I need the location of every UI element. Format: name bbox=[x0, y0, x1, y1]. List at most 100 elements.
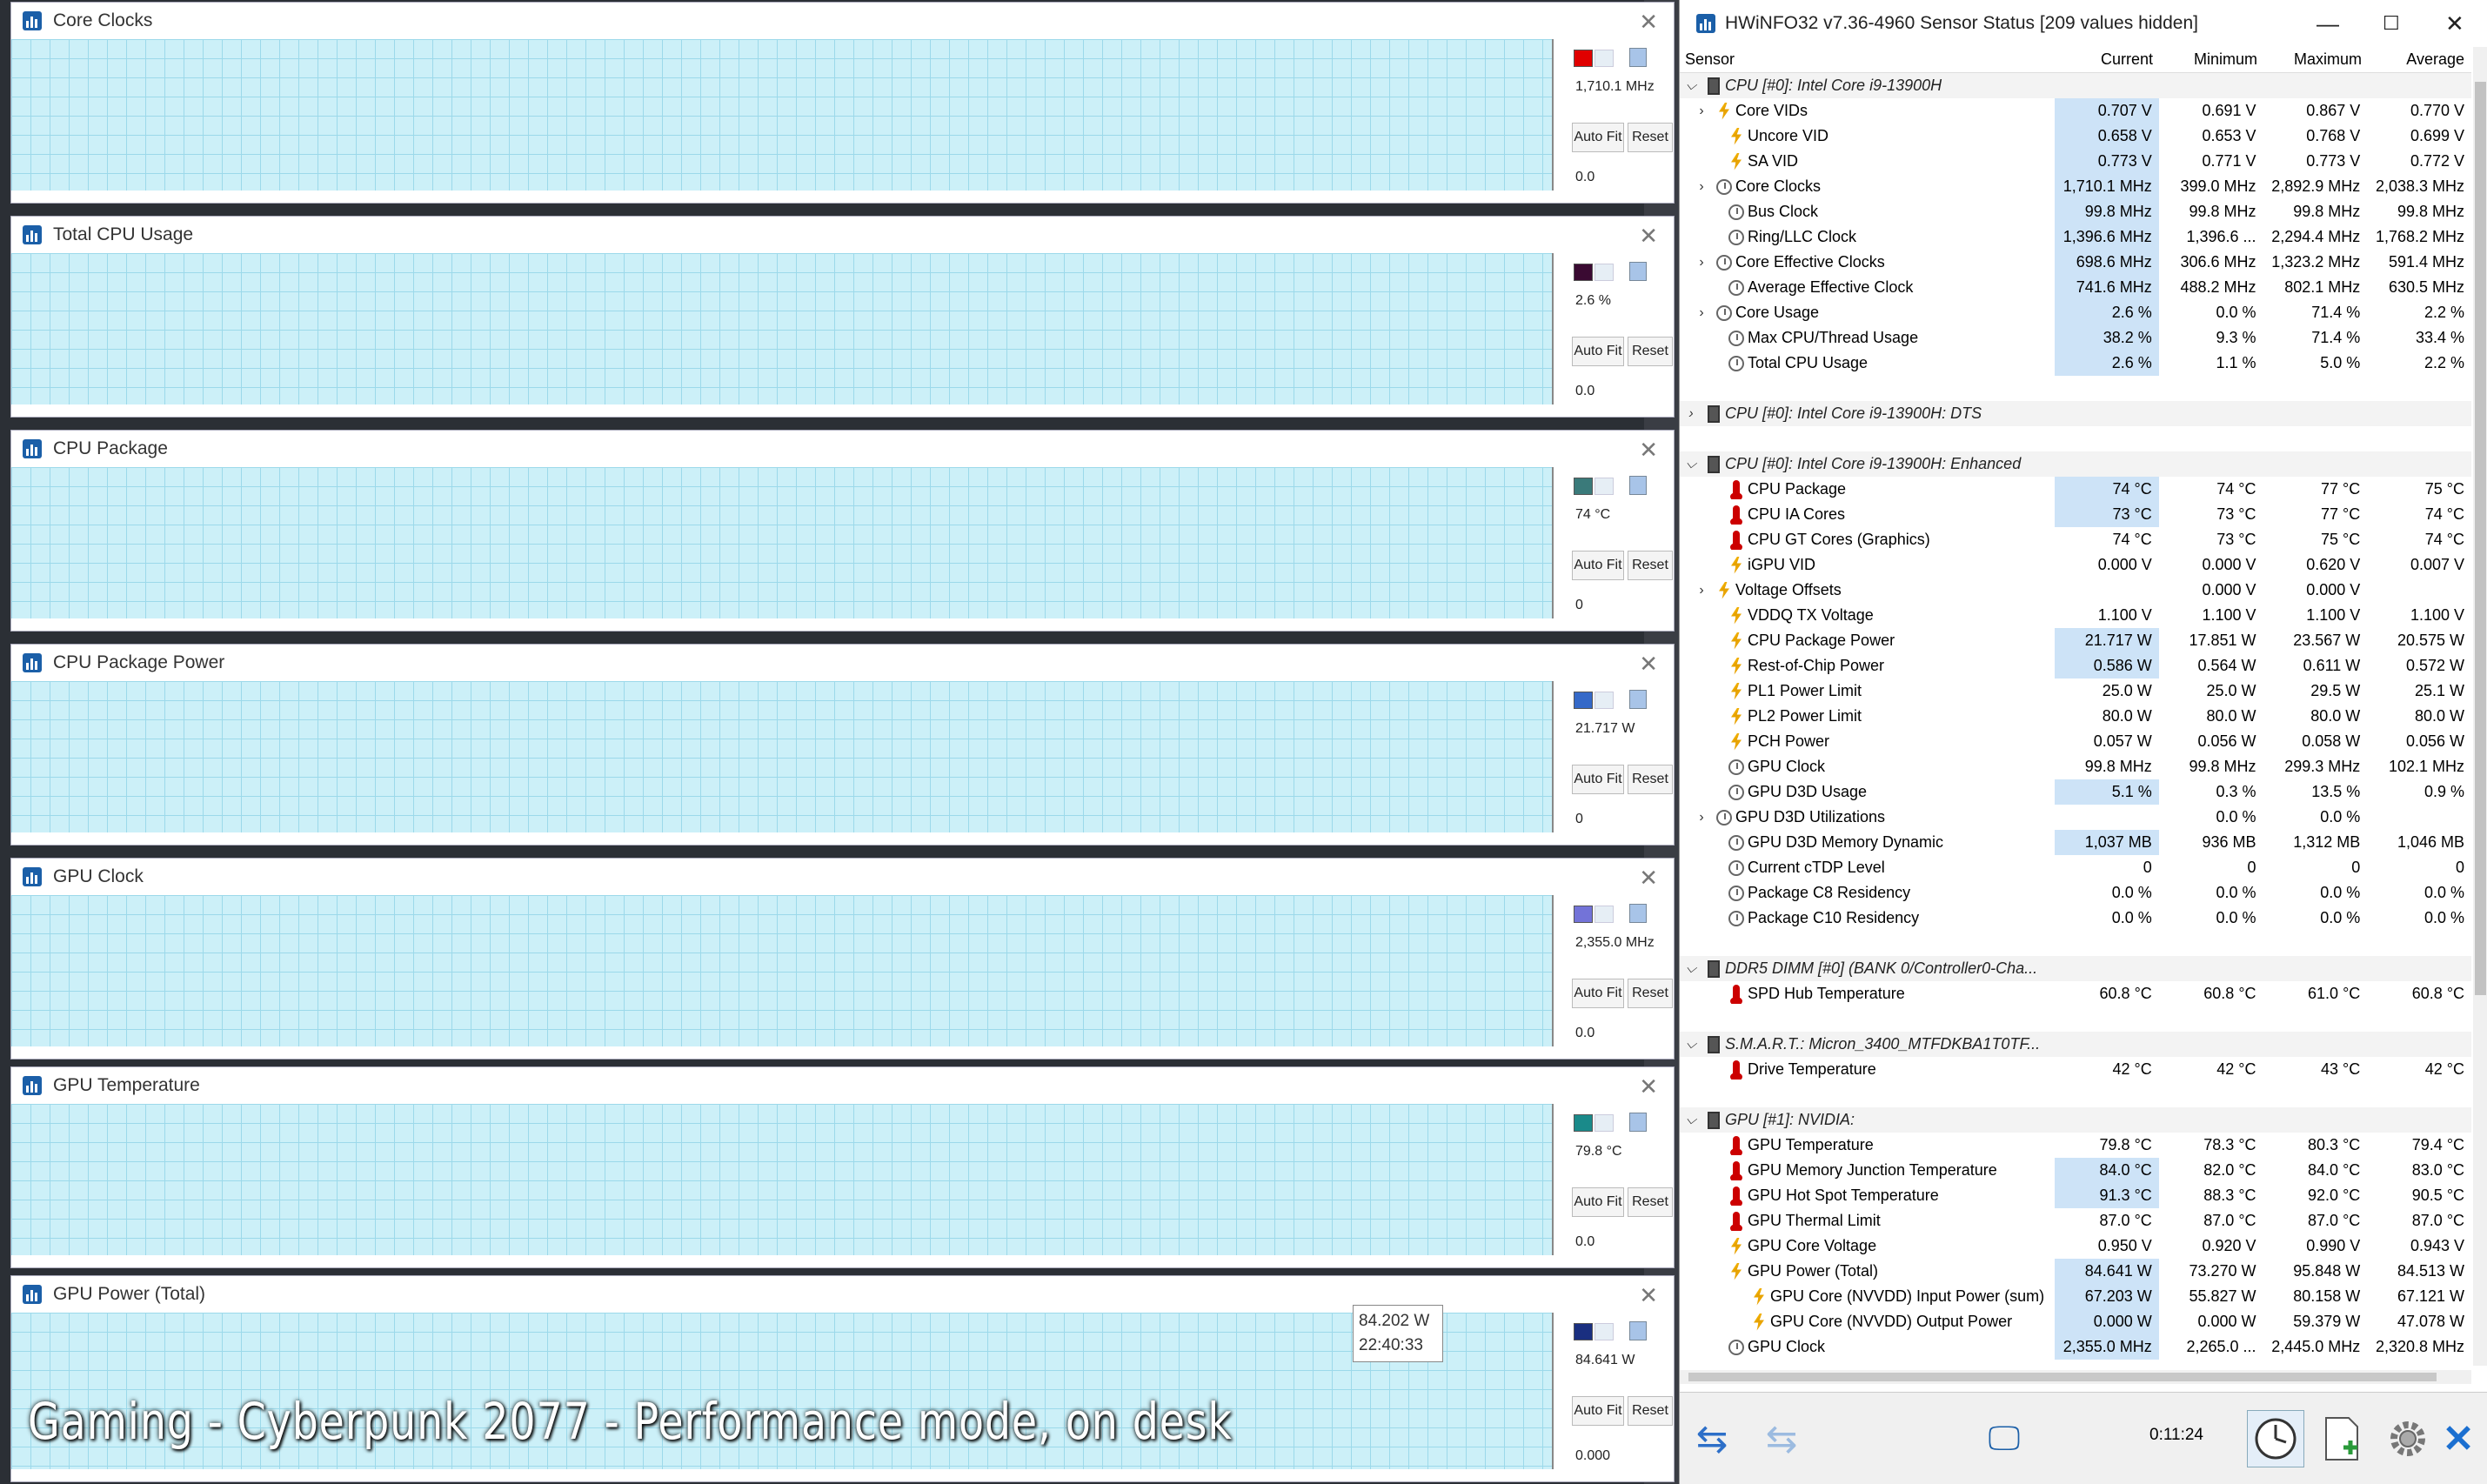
close-icon[interactable]: ✕ bbox=[1639, 865, 1658, 892]
sensor-group-row[interactable]: ⌵ CPU [#0]: Intel Core i9-13900H bbox=[1680, 73, 2471, 98]
sensor-row[interactable]: PL2 Power Limit 80.0 W 80.0 W 80.0 W 80.0 W bbox=[1680, 704, 2471, 729]
sensor-row[interactable]: GPU D3D Usage 5.1 % 0.3 % 13.5 % 0.9 % bbox=[1680, 779, 2471, 805]
sensor-row[interactable]: › Core VIDs 0.707 V 0.691 V 0.867 V 0.770 V bbox=[1680, 98, 2471, 124]
minimize-icon[interactable]: — bbox=[2317, 10, 2339, 37]
sensor-row[interactable]: Total CPU Usage 2.6 % 1.1 % 5.0 % 2.2 % bbox=[1680, 351, 2471, 376]
monitor-icon[interactable]: 🖵 bbox=[1976, 1410, 2033, 1467]
expand-icon[interactable]: › bbox=[1690, 104, 1713, 119]
close-icon[interactable]: ✕ bbox=[1639, 437, 1658, 464]
close-icon[interactable]: ✕ bbox=[1639, 1073, 1658, 1100]
clock-reset-icon[interactable] bbox=[2247, 1410, 2304, 1467]
swatch-slot[interactable] bbox=[1594, 50, 1614, 67]
collapse-icon[interactable]: ⌵ bbox=[1680, 457, 1702, 472]
sensor-group-row[interactable]: ⌵ DDR5 DIMM [#0] (BANK 0/Controller0-Cha.… bbox=[1680, 956, 2471, 981]
sensor-group-row[interactable]: ⌵ S.M.A.R.T.: Micron_3400_MTFDKBA1T0TF... bbox=[1680, 1032, 2471, 1057]
close-icon[interactable]: ✕ bbox=[2445, 10, 2464, 37]
nav-right-arrows-icon[interactable]: ⇆ bbox=[1753, 1410, 1810, 1467]
graph-window[interactable]: Total CPU Usage ✕ 2.6 % Auto Fit Reset 0… bbox=[10, 216, 1675, 418]
sensor-row[interactable]: GPU D3D Memory Dynamic 1,037 MB 936 MB 1,31… bbox=[1680, 830, 2471, 855]
sensor-row[interactable]: GPU Power (Total) 84.641 W 73.270 W 95.848 … bbox=[1680, 1259, 2471, 1284]
graph-plot[interactable] bbox=[11, 895, 1554, 1046]
swatch-slot[interactable] bbox=[1594, 692, 1614, 709]
sensor-row[interactable]: GPU Temperature 79.8 °C 78.3 °C 80.3 °C 79.4… bbox=[1680, 1133, 2471, 1158]
graph-plot[interactable] bbox=[11, 39, 1554, 191]
expand-icon[interactable]: › bbox=[1690, 583, 1713, 598]
sensor-group-row[interactable]: ⌵ GPU [#1]: NVIDIA: bbox=[1680, 1107, 2471, 1133]
sensor-row[interactable]: Average Effective Clock 741.6 MHz 488.2 MH… bbox=[1680, 275, 2471, 300]
auto-fit-button[interactable]: Auto Fit bbox=[1572, 551, 1624, 580]
hscroll-thumb[interactable] bbox=[1688, 1373, 2437, 1381]
graph-window[interactable]: CPU Package ✕ 74 °C Auto Fit Reset 0 bbox=[10, 430, 1675, 632]
graph-titlebar[interactable]: Total CPU Usage bbox=[11, 217, 1674, 253]
scale-swatch[interactable] bbox=[1629, 904, 1647, 923]
sensor-row[interactable]: VDDQ TX Voltage 1.100 V 1.100 V 1.100 V 1.10… bbox=[1680, 603, 2471, 628]
reset-button[interactable]: Reset bbox=[1628, 337, 1673, 366]
auto-fit-button[interactable]: Auto Fit bbox=[1572, 337, 1624, 366]
sensor-row[interactable]: › Core Usage 2.6 % 0.0 % 71.4 % 2.2 % bbox=[1680, 300, 2471, 325]
sensor-row[interactable]: PCH Power 0.057 W 0.056 W 0.058 W 0.056 W bbox=[1680, 729, 2471, 754]
sensor-row[interactable]: GPU Core (NVVDD) Input Power (sum) 67.203… bbox=[1680, 1284, 2471, 1309]
sensor-row[interactable]: Current cTDP Level 0 0 0 0 bbox=[1680, 855, 2471, 880]
sensor-row[interactable]: Drive Temperature 42 °C 42 °C 43 °C 42 °C bbox=[1680, 1057, 2471, 1082]
graph-titlebar[interactable]: GPU Clock bbox=[11, 859, 1674, 895]
swatch-slot[interactable] bbox=[1594, 478, 1614, 495]
sensor-row[interactable]: SA VID 0.773 V 0.771 V 0.773 V 0.772 V bbox=[1680, 149, 2471, 174]
sensor-row[interactable]: GPU Clock 99.8 MHz 99.8 MHz 299.3 MHz 102.1 … bbox=[1680, 754, 2471, 779]
reset-button[interactable]: Reset bbox=[1628, 551, 1673, 580]
horizontal-scrollbar[interactable] bbox=[1680, 1370, 2471, 1384]
nav-left-arrows-icon[interactable]: ⇆ bbox=[1683, 1410, 1741, 1467]
color-swatch[interactable] bbox=[1574, 692, 1593, 709]
scale-swatch[interactable] bbox=[1629, 262, 1647, 281]
collapse-icon[interactable]: ⌵ bbox=[1680, 1037, 1702, 1053]
graph-window[interactable]: GPU Temperature ✕ 79.8 °C Auto Fit Reset… bbox=[10, 1066, 1675, 1268]
graph-window[interactable]: GPU Clock ✕ 2,355.0 MHz Auto Fit Reset 0… bbox=[10, 858, 1675, 1060]
color-swatch[interactable] bbox=[1574, 264, 1593, 281]
graph-titlebar[interactable]: GPU Temperature bbox=[11, 1067, 1674, 1104]
auto-fit-button[interactable]: Auto Fit bbox=[1572, 979, 1624, 1008]
sensor-row[interactable]: › Voltage Offsets 0.000 V 0.000 V bbox=[1680, 578, 2471, 603]
settings-gear-icon[interactable] bbox=[2379, 1410, 2437, 1467]
expand-icon[interactable]: › bbox=[1690, 255, 1713, 271]
sensor-row[interactable]: CPU Package Power 21.717 W 17.851 W 23.567 … bbox=[1680, 628, 2471, 653]
sensor-row[interactable]: Uncore VID 0.658 V 0.653 V 0.768 V 0.699 V bbox=[1680, 124, 2471, 149]
expand-icon[interactable]: › bbox=[1690, 305, 1713, 321]
sensor-row[interactable]: Bus Clock 99.8 MHz 99.8 MHz 99.8 MHz 99.8 MH… bbox=[1680, 199, 2471, 224]
expand-icon[interactable]: › bbox=[1690, 179, 1713, 195]
hwinfo-titlebar[interactable]: HWiNFO32 v7.36-4960 Sensor Status [209 v… bbox=[1680, 0, 2487, 47]
sensor-list[interactable]: ⌵ CPU [#0]: Intel Core i9-13900H › Core VID… bbox=[1680, 73, 2471, 1366]
sensor-row[interactable]: GPU Memory Junction Temperature 84.0 °C 82… bbox=[1680, 1158, 2471, 1183]
scale-swatch[interactable] bbox=[1629, 48, 1647, 67]
sensor-row[interactable]: GPU Clock 2,355.0 MHz 2,265.0 ... 2,445.0 M… bbox=[1680, 1334, 2471, 1360]
sensor-row[interactable]: iGPU VID 0.000 V 0.000 V 0.620 V 0.007 V bbox=[1680, 552, 2471, 578]
sensor-row[interactable]: GPU Hot Spot Temperature 91.3 °C 88.3 °C 92… bbox=[1680, 1183, 2471, 1208]
sensor-row[interactable]: › Core Clocks 1,710.1 MHz 399.0 MHz 2,892.9 … bbox=[1680, 174, 2471, 199]
sensor-group-row[interactable]: ⌵ CPU [#0]: Intel Core i9-13900H: Enhance… bbox=[1680, 451, 2471, 477]
col-sensor[interactable]: Sensor bbox=[1680, 47, 2056, 72]
collapse-icon[interactable]: ⌵ bbox=[1680, 78, 1702, 94]
collapse-icon[interactable]: ⌵ bbox=[1680, 961, 1702, 977]
reset-button[interactable]: Reset bbox=[1628, 1187, 1673, 1217]
reset-button[interactable]: Reset bbox=[1628, 979, 1673, 1008]
graph-plot[interactable] bbox=[11, 253, 1554, 404]
scale-swatch[interactable] bbox=[1629, 1113, 1647, 1132]
col-maximum[interactable]: Maximum bbox=[2264, 47, 2369, 72]
sensor-group-row[interactable]: › CPU [#0]: Intel Core i9-13900H: DTS bbox=[1680, 401, 2471, 426]
color-swatch[interactable] bbox=[1574, 50, 1593, 67]
collapse-icon[interactable]: ⌵ bbox=[1680, 1113, 1702, 1128]
graph-plot[interactable] bbox=[11, 1104, 1554, 1255]
sensor-row[interactable]: Ring/LLC Clock 1,396.6 MHz 1,396.6 ... 2,29… bbox=[1680, 224, 2471, 250]
color-swatch[interactable] bbox=[1574, 478, 1593, 495]
sensor-row[interactable]: › GPU D3D Utilizations 0.0 % 0.0 % bbox=[1680, 805, 2471, 830]
scroll-thumb[interactable] bbox=[2475, 82, 2486, 995]
color-swatch[interactable] bbox=[1574, 1114, 1593, 1132]
color-swatch[interactable] bbox=[1574, 906, 1593, 923]
auto-fit-button[interactable]: Auto Fit bbox=[1572, 123, 1624, 152]
graph-plot[interactable] bbox=[11, 467, 1554, 618]
sensor-row[interactable]: › Core Effective Clocks 698.6 MHz 306.6 MHz… bbox=[1680, 250, 2471, 275]
sensor-row[interactable]: GPU Core Voltage 0.950 V 0.920 V 0.990 V 0.9… bbox=[1680, 1233, 2471, 1259]
close-app-icon[interactable]: ✕ bbox=[2430, 1410, 2487, 1467]
sensor-row[interactable]: CPU IA Cores 73 °C 73 °C 77 °C 74 °C bbox=[1680, 502, 2471, 527]
sensor-row[interactable]: Package C10 Residency 0.0 % 0.0 % 0.0 % 0.0 … bbox=[1680, 906, 2471, 931]
scale-swatch[interactable] bbox=[1629, 1321, 1647, 1340]
reset-button[interactable]: Reset bbox=[1628, 123, 1673, 152]
